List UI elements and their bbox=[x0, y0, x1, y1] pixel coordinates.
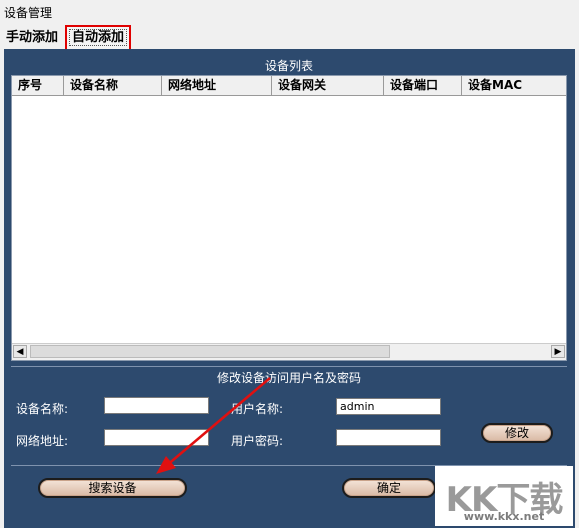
window-title: 设备管理 bbox=[4, 6, 53, 20]
tab-auto-add[interactable]: 自动添加 bbox=[65, 25, 131, 51]
device-list-title: 设备列表 bbox=[264, 59, 313, 73]
confirm-button[interactable]: 确定 bbox=[342, 478, 436, 498]
username-label: 用户名称: bbox=[231, 402, 284, 416]
modify-button[interactable]: 修改 bbox=[481, 423, 553, 443]
watermark: KK下载 www.kkx.net bbox=[435, 466, 573, 526]
edit-section-divider bbox=[11, 366, 567, 367]
column-header-index[interactable]: 序号 bbox=[12, 76, 64, 95]
column-header-port[interactable]: 设备端口 bbox=[384, 76, 462, 95]
scroll-right-icon[interactable]: ▶ bbox=[551, 345, 565, 358]
password-label: 用户密码: bbox=[231, 434, 284, 448]
horizontal-scrollbar[interactable]: ◀ ▶ bbox=[12, 343, 566, 360]
network-address-label: 网络地址: bbox=[16, 434, 69, 448]
column-header-network-address[interactable]: 网络地址 bbox=[162, 76, 272, 95]
password-field[interactable] bbox=[336, 429, 441, 446]
username-field[interactable]: admin bbox=[336, 398, 441, 415]
search-devices-button[interactable]: 搜索设备 bbox=[38, 478, 187, 498]
tab-manual-add[interactable]: 手动添加 bbox=[6, 27, 64, 49]
device-name-field[interactable] bbox=[104, 397, 209, 414]
scroll-thumb[interactable] bbox=[30, 345, 390, 358]
device-name-label: 设备名称: bbox=[16, 402, 69, 416]
scroll-left-icon[interactable]: ◀ bbox=[13, 345, 27, 358]
device-list-header: 序号 设备名称 网络地址 设备网关 设备端口 设备MAC bbox=[12, 76, 566, 96]
edit-section-title: 修改设备访问用户名及密码 bbox=[216, 371, 361, 385]
column-header-mac[interactable]: 设备MAC bbox=[462, 76, 568, 95]
tab-auto-add-label: 自动添加 bbox=[68, 29, 127, 46]
column-header-gateway[interactable]: 设备网关 bbox=[272, 76, 384, 95]
network-address-field[interactable] bbox=[104, 429, 209, 446]
column-header-device-name[interactable]: 设备名称 bbox=[64, 76, 162, 95]
device-list[interactable]: 序号 设备名称 网络地址 设备网关 设备端口 设备MAC ◀ ▶ bbox=[11, 75, 567, 361]
watermark-url: www.kkx.net bbox=[463, 510, 545, 523]
